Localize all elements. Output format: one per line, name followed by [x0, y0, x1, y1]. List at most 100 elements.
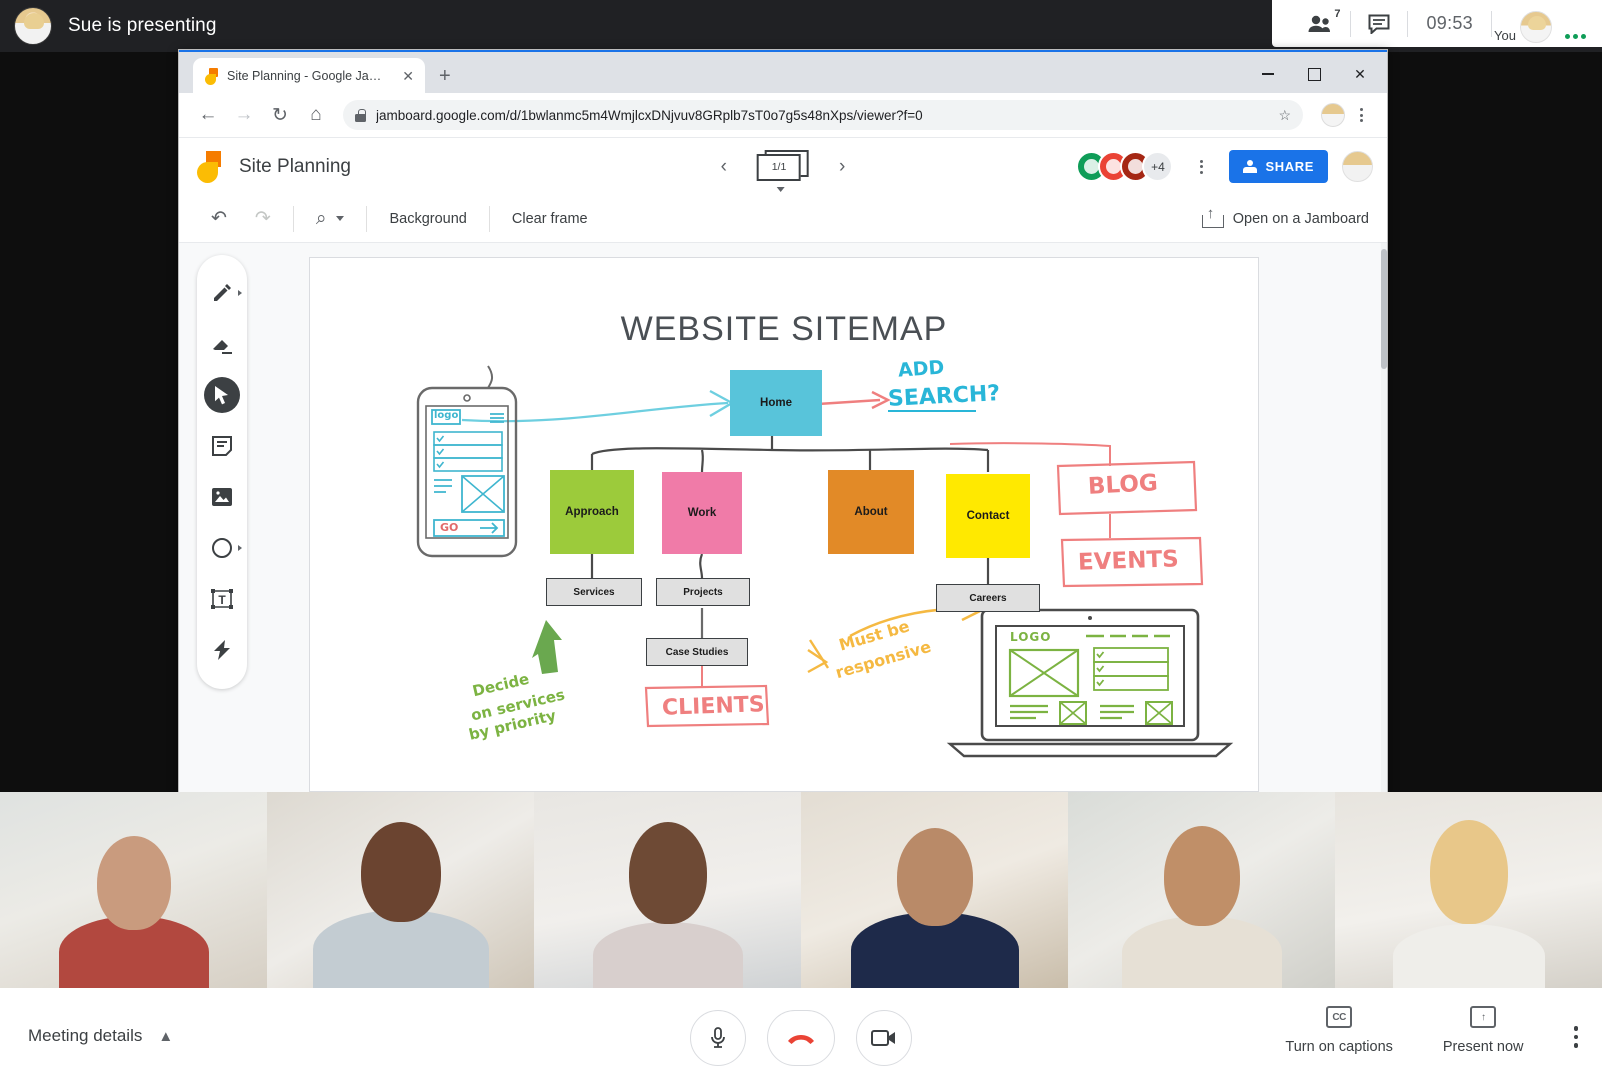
participant-tile-2[interactable]: [267, 792, 534, 988]
zoom-dropdown-caret-icon[interactable]: [336, 216, 345, 221]
zoom-magnifier-icon: ⌕: [315, 207, 327, 229]
address-bar[interactable]: jamboard.google.com/d/1bwlanmc5m4WmjlcxD…: [343, 100, 1303, 130]
previous-frame-icon[interactable]: ‹: [721, 156, 727, 178]
text-box-icon: T: [211, 588, 233, 609]
jamboard-more-menu-icon[interactable]: [1187, 159, 1215, 174]
share-person-icon: [1243, 159, 1258, 174]
back-icon[interactable]: ←: [191, 98, 225, 132]
clear-frame-button[interactable]: Clear frame: [498, 199, 602, 239]
url-text: jamboard.google.com/d/1bwlanmc5m4WmjlcxD…: [376, 107, 923, 123]
canvas-scrollbar[interactable]: [1381, 243, 1387, 793]
browser-menu-icon[interactable]: [1347, 108, 1375, 122]
tab-title: Site Planning - Google Jamboard: [227, 68, 391, 83]
maximize-window-button[interactable]: [1291, 59, 1337, 89]
open-on-jamboard-label: Open on a Jamboard: [1232, 210, 1369, 227]
jamboard-account-avatar[interactable]: [1342, 151, 1373, 182]
meeting-details-button[interactable]: Meeting details ▲: [28, 1026, 173, 1046]
participants-button[interactable]: 7: [1290, 0, 1350, 47]
text-box-tool[interactable]: T: [200, 573, 244, 624]
sitemap-node-approach[interactable]: Approach: [550, 470, 634, 554]
collaborator-avatars[interactable]: +4: [1076, 151, 1174, 182]
meet-bottom-bar: Meeting details ▲ CC Turn on captions ↑ …: [0, 988, 1602, 1091]
annotation-search-underline: [888, 410, 976, 412]
annotation-events: EVENTS: [1077, 546, 1180, 576]
sticky-note-tool[interactable]: [200, 420, 244, 471]
sitemap-node-careers[interactable]: Careers: [936, 584, 1040, 612]
participant-tile-6[interactable]: [1335, 792, 1602, 988]
forward-icon[interactable]: →: [227, 98, 261, 132]
sitemap-node-case-studies[interactable]: Case Studies: [646, 638, 748, 666]
eraser-tool[interactable]: [200, 318, 244, 369]
present-now-label: Present now: [1442, 1039, 1524, 1055]
sitemap-node-services[interactable]: Services: [546, 578, 642, 606]
jamboard-canvas-area[interactable]: T WEBSITE SITEMAP Home Approach Work Abo…: [179, 243, 1387, 793]
present-now-button[interactable]: ↑ Present now: [1443, 1006, 1524, 1055]
browser-profile-avatar[interactable]: [1321, 103, 1345, 127]
chat-icon: [1368, 14, 1390, 34]
minimize-window-button[interactable]: [1245, 59, 1291, 89]
zoom-button[interactable]: ⌕: [302, 199, 359, 239]
sitemap-node-work[interactable]: Work: [662, 472, 742, 554]
frame-navigator: ‹ 1/1 ›: [721, 149, 845, 192]
camera-button[interactable]: [856, 1010, 912, 1066]
reload-icon[interactable]: ↻: [263, 98, 297, 132]
laser-pointer-tool[interactable]: [200, 624, 244, 675]
turn-on-captions-button[interactable]: CC Turn on captions: [1285, 1006, 1393, 1055]
jam-frame-canvas[interactable]: WEBSITE SITEMAP Home Approach Work About…: [309, 257, 1259, 792]
participant-tile-3[interactable]: [534, 792, 801, 988]
jamboard-document-title[interactable]: Site Planning: [239, 156, 351, 178]
participant-tile-4[interactable]: [801, 792, 1068, 988]
jamboard-logo-icon: [197, 150, 221, 183]
participant-video-strip: [0, 792, 1602, 988]
open-on-jamboard-button[interactable]: Open on a Jamboard: [1201, 206, 1369, 228]
collaborator-overflow-count[interactable]: +4: [1142, 151, 1174, 182]
toolbar-divider-3: [488, 205, 490, 232]
frame-dropdown-caret-icon[interactable]: [777, 186, 785, 192]
circle-shape-icon: [212, 537, 232, 558]
next-frame-icon[interactable]: ›: [839, 156, 845, 178]
end-call-button[interactable]: [767, 1010, 835, 1066]
participant-tile-5[interactable]: [1068, 792, 1335, 988]
pen-icon: [214, 283, 231, 301]
sitemap-node-contact[interactable]: Contact: [946, 474, 1030, 558]
close-window-button[interactable]: ✕: [1337, 59, 1383, 89]
closed-caption-icon: CC: [1326, 1006, 1353, 1028]
jamboard-toolbar: ↶ ↷ ⌕ Background Clear frame Open on a J…: [179, 195, 1387, 243]
chat-button[interactable]: [1351, 0, 1407, 47]
share-button[interactable]: SHARE: [1229, 150, 1328, 183]
participant-tile-1[interactable]: [0, 792, 267, 988]
microphone-icon: [711, 1027, 725, 1048]
home-icon[interactable]: ⌂: [299, 98, 333, 132]
presenter-chip: Sue is presenting: [0, 7, 217, 45]
pen-options-caret-icon[interactable]: [238, 289, 242, 296]
pen-tool[interactable]: [200, 267, 244, 318]
more-options-icon[interactable]: [1573, 1026, 1578, 1048]
browser-omnibox-bar: ← → ↻ ⌂ jamboard.google.com/d/1bwlanmc5m…: [179, 93, 1387, 138]
frame-counter[interactable]: 1/1: [757, 149, 809, 192]
jamboard-app: Site Planning ‹ 1/1 › +4 SHARE ↶ ↷ ⌕ Bac…: [179, 138, 1387, 793]
microphone-button[interactable]: [690, 1010, 746, 1066]
sitemap-node-about[interactable]: About: [828, 470, 914, 554]
frame-counter-label: 1/1: [757, 153, 801, 181]
background-button[interactable]: Background: [375, 199, 480, 239]
annotation-blog: BLOG: [1087, 470, 1159, 500]
redo-button[interactable]: ↷: [241, 199, 285, 239]
shape-tool[interactable]: [200, 522, 244, 573]
jamboard-tool-rail: T: [197, 255, 247, 689]
select-tool[interactable]: [200, 369, 244, 420]
sticky-note-icon: [212, 435, 232, 456]
close-tab-icon[interactable]: ✕: [399, 67, 417, 85]
participant-count-badge: 7: [1334, 8, 1341, 20]
you-self-view[interactable]: You: [1492, 0, 1598, 47]
shape-options-caret-icon[interactable]: [238, 544, 242, 551]
sitemap-node-home[interactable]: Home: [730, 370, 822, 436]
bookmark-star-icon[interactable]: ☆: [1278, 107, 1291, 124]
new-tab-button[interactable]: +: [439, 66, 451, 86]
image-tool[interactable]: [200, 471, 244, 522]
sitemap-node-projects[interactable]: Projects: [656, 578, 750, 606]
presenting-status-text: Sue is presenting: [68, 15, 217, 36]
browser-tab-site-planning[interactable]: Site Planning - Google Jamboard ✕: [193, 58, 425, 93]
share-button-label: SHARE: [1265, 159, 1314, 174]
undo-button[interactable]: ↶: [197, 199, 241, 239]
cursor-arrow-icon: [215, 385, 228, 404]
